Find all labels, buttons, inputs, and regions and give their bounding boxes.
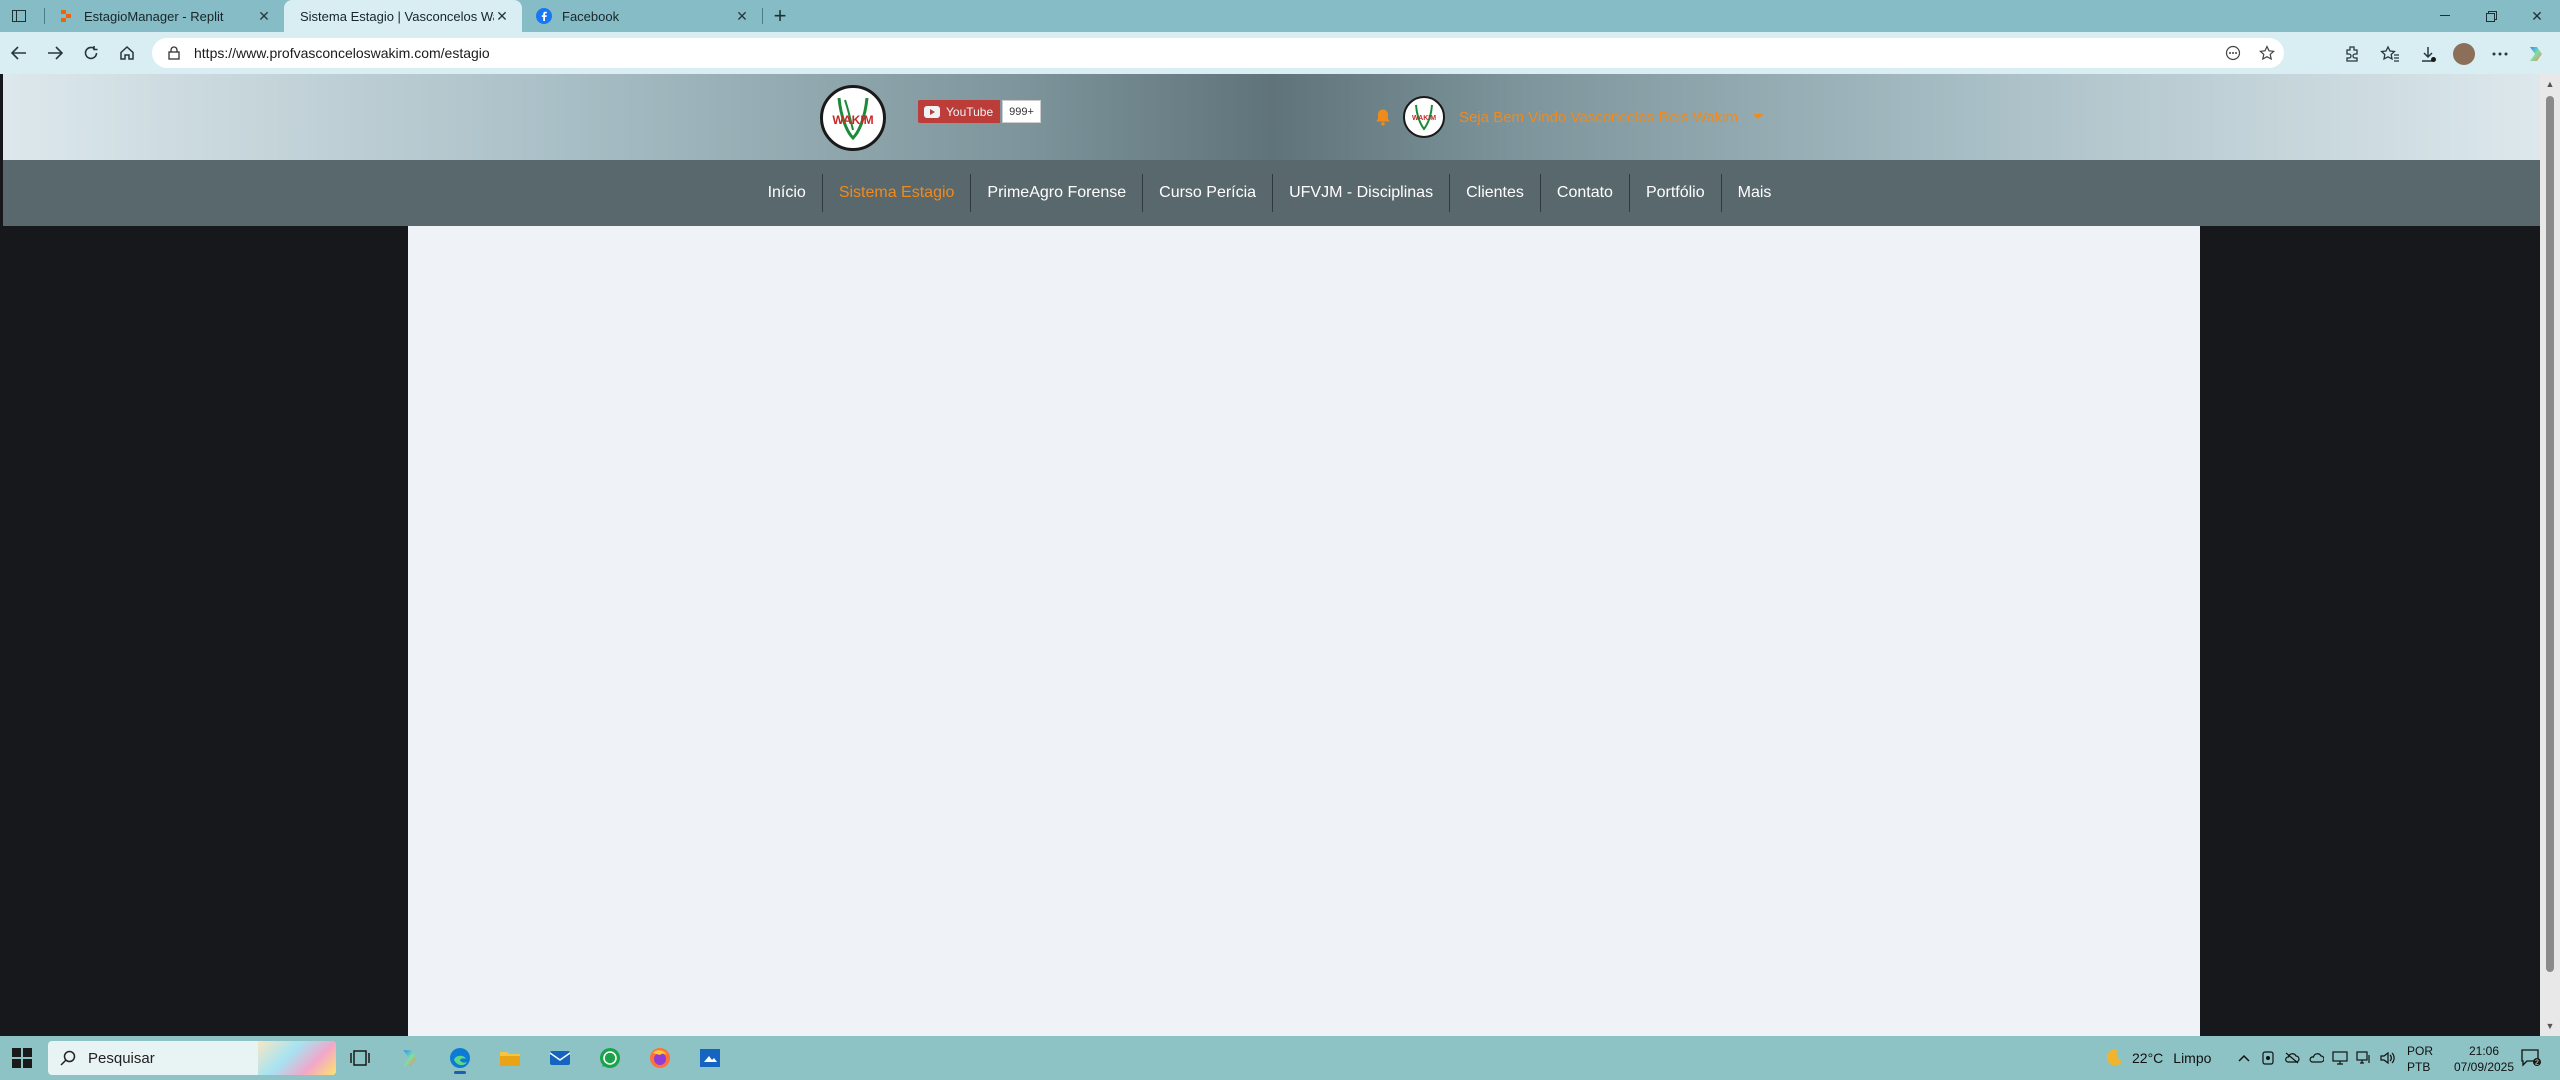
close-window-button[interactable]: ✕: [2514, 0, 2560, 32]
site-logo[interactable]: WAKIM: [820, 85, 886, 151]
cloud-sync-icon[interactable]: [2284, 1050, 2300, 1066]
facebook-icon: [536, 8, 552, 24]
notification-count: 2: [2535, 1060, 2539, 1067]
refresh-icon[interactable]: [80, 42, 102, 64]
main-content-panel: [408, 226, 2200, 1036]
scroll-down-icon[interactable]: ▼: [2544, 1020, 2556, 1032]
replit-icon: [58, 8, 74, 24]
nav-item-sistema-estagio[interactable]: Sistema Estagio: [821, 174, 971, 212]
firefox-icon[interactable]: [644, 1042, 676, 1074]
task-view-icon[interactable]: [344, 1042, 376, 1074]
mail-icon[interactable]: [544, 1042, 576, 1074]
moon-icon: [2104, 1048, 2124, 1068]
whatsapp-icon[interactable]: [594, 1042, 626, 1074]
copilot-app-icon[interactable]: [394, 1042, 426, 1074]
youtube-subscribe-button[interactable]: YouTube 999+: [918, 100, 1041, 123]
favorite-star-icon[interactable]: [2258, 44, 2276, 62]
tab-label: Facebook: [562, 8, 620, 24]
user-menu[interactable]: WAKIM Seja Bem Vindo Vasconcelos Reis Wa…: [1373, 96, 1764, 138]
youtube-label: YouTube: [946, 104, 994, 119]
url-input[interactable]: [192, 44, 2092, 62]
nav-menu: Início Sistema Estagio PrimeAgro Forense…: [752, 174, 1788, 212]
windows-taskbar: Pesquisar 22°C Limpo POR PTB 21:06 07/09…: [0, 1036, 2560, 1080]
tab-sistema-estagio[interactable]: Sistema Estagio | Vasconcelos Wa ✕: [284, 0, 522, 32]
search-icon: [60, 1050, 76, 1066]
welcome-message[interactable]: Seja Bem Vindo Vasconcelos Reis Wakim: [1459, 109, 1738, 126]
restore-button[interactable]: [2468, 0, 2514, 32]
search-placeholder: Pesquisar: [88, 1049, 155, 1067]
edge-browser-icon[interactable]: [444, 1042, 476, 1074]
clock-time[interactable]: 21:06: [2457, 1044, 2511, 1058]
tab-label: EstagioManager - Replit: [84, 8, 224, 24]
profile-avatar[interactable]: [2452, 42, 2476, 66]
downloads-icon[interactable]: [2416, 42, 2440, 66]
keyboard-layout[interactable]: PTB: [2407, 1060, 2430, 1074]
site-info-icon[interactable]: [166, 45, 182, 61]
logo-text: WAKIM: [832, 113, 873, 127]
address-bar[interactable]: [152, 38, 2284, 68]
copilot-icon[interactable]: [2524, 42, 2548, 66]
device-icon[interactable]: [2260, 1050, 2276, 1066]
display-icon[interactable]: [2332, 1050, 2348, 1066]
scroll-up-icon[interactable]: ▲: [2544, 78, 2556, 90]
notifications-icon[interactable]: 2: [2520, 1048, 2542, 1068]
nav-item-ufvjm-disciplinas[interactable]: UFVJM - Disciplinas: [1272, 174, 1449, 212]
browser-tab-strip: EstagioManager - Replit ✕ Sistema Estagi…: [0, 0, 2560, 32]
volume-icon[interactable]: [2380, 1050, 2396, 1066]
nav-item-curso-pericia[interactable]: Curso Perícia: [1142, 174, 1272, 212]
network-icon[interactable]: [2356, 1050, 2372, 1066]
clock-date[interactable]: 07/09/2025: [2442, 1060, 2526, 1074]
close-tab-icon[interactable]: ✕: [256, 8, 272, 24]
nav-item-inicio[interactable]: Início: [752, 174, 822, 212]
nav-item-clientes[interactable]: Clientes: [1449, 174, 1540, 212]
new-tab-button[interactable]: +: [768, 3, 792, 28]
youtube-subscriber-count: 999+: [1002, 100, 1041, 123]
tab-label: Sistema Estagio | Vasconcelos Wa: [300, 8, 494, 24]
reading-mode-icon[interactable]: [2224, 44, 2242, 62]
page-viewport: WAKIM YouTube 999+ WAKIM Seja Bem Vindo …: [3, 74, 2540, 1036]
tab-replit[interactable]: EstagioManager - Replit ✕: [44, 0, 284, 32]
nav-item-mais[interactable]: Mais: [1720, 174, 1788, 212]
input-language[interactable]: POR: [2407, 1044, 2433, 1058]
weather-condition: Limpo: [2173, 1050, 2212, 1066]
home-icon[interactable]: [116, 42, 138, 64]
scrollbar-thumb[interactable]: [2546, 96, 2554, 972]
browser-toolbar: [0, 32, 2560, 74]
favorites-icon[interactable]: [2378, 42, 2402, 66]
user-avatar[interactable]: WAKIM: [1403, 96, 1445, 138]
nav-item-portfolio[interactable]: Portfólio: [1628, 174, 1721, 212]
weather-widget[interactable]: 22°C Limpo: [2104, 1048, 2211, 1068]
youtube-icon: [924, 105, 940, 118]
weather-temperature: 22°C: [2132, 1050, 2164, 1066]
taskbar-search-box[interactable]: Pesquisar: [48, 1041, 336, 1075]
nav-item-primeagro-forense[interactable]: PrimeAgro Forense: [970, 174, 1142, 212]
close-tab-icon[interactable]: ✕: [734, 8, 750, 24]
site-header: WAKIM YouTube 999+ WAKIM Seja Bem Vindo …: [3, 74, 2540, 160]
search-highlight-image: [258, 1041, 336, 1075]
nav-item-contato[interactable]: Contato: [1539, 174, 1629, 212]
onedrive-icon[interactable]: [2308, 1050, 2324, 1066]
svg-text:WAKIM: WAKIM: [1412, 115, 1436, 122]
chevron-down-icon[interactable]: [1752, 111, 1764, 123]
chevron-up-icon[interactable]: [2236, 1050, 2252, 1066]
windows-start-icon[interactable]: [12, 1048, 32, 1068]
tab-facebook[interactable]: Facebook ✕: [522, 0, 762, 32]
more-options-icon[interactable]: [2488, 42, 2512, 66]
file-explorer-icon[interactable]: [494, 1042, 526, 1074]
extensions-icon[interactable]: [2340, 42, 2364, 66]
tab-actions-icon[interactable]: [8, 6, 30, 26]
back-icon[interactable]: [8, 42, 30, 64]
remote-desktop-icon[interactable]: [694, 1042, 726, 1074]
bell-icon[interactable]: [1373, 107, 1393, 127]
tab-separator: [762, 8, 763, 24]
minimize-button[interactable]: [2422, 0, 2468, 32]
site-navigation: Início Sistema Estagio PrimeAgro Forense…: [3, 160, 2540, 226]
forward-icon[interactable]: [44, 42, 66, 64]
close-tab-icon[interactable]: ✕: [494, 8, 510, 24]
page-scrollbar[interactable]: ▲ ▼: [2540, 74, 2560, 1036]
